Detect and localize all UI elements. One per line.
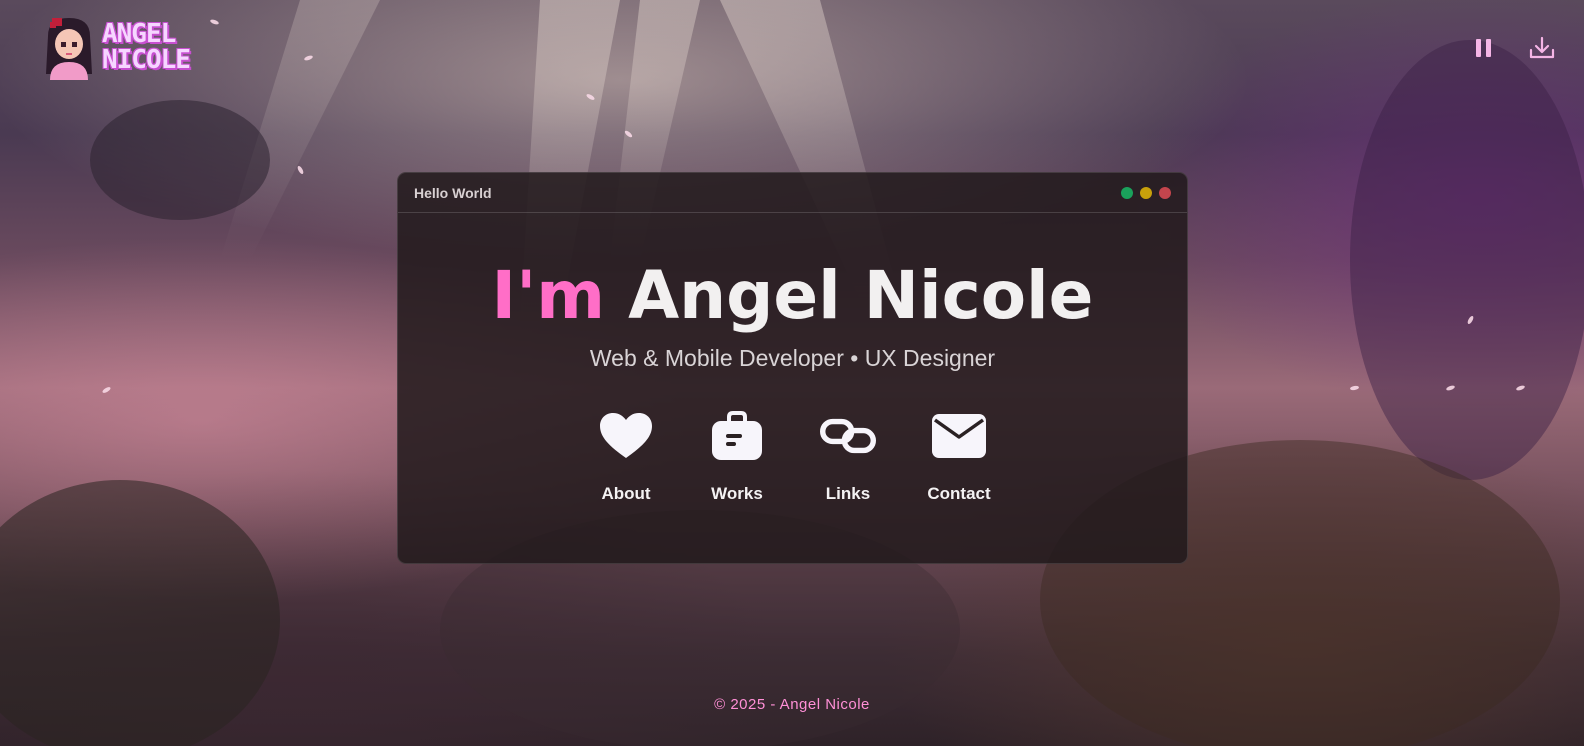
window-dot-yellow[interactable] — [1140, 186, 1152, 199]
petal — [623, 129, 634, 139]
petal — [209, 18, 220, 26]
nav-label-contact: Contact — [927, 484, 991, 503]
nav-label-about: About — [601, 484, 651, 503]
hero-name: Angel Nicole — [628, 257, 1094, 334]
nav-label-works: Works — [711, 484, 763, 503]
briefcase-icon — [712, 411, 762, 460]
heart-icon — [600, 413, 652, 458]
logo-line-2: NICOLE — [102, 45, 191, 75]
pause-button[interactable] — [1470, 34, 1498, 62]
nav-item-contact[interactable]: Contact — [904, 408, 1015, 504]
petal — [585, 93, 596, 101]
pause-icon — [1476, 39, 1491, 57]
main-nav: About Works Links Contact — [398, 408, 1187, 504]
link-icon — [820, 418, 876, 454]
petal — [1515, 384, 1526, 392]
petal — [1466, 315, 1475, 325]
nav-item-links[interactable]: Links — [793, 408, 904, 504]
petal — [303, 54, 314, 62]
hello-window: Hello World I'm Angel Nicole Web & Mobil… — [397, 172, 1188, 564]
hero-headline: I'm Angel Nicole — [398, 257, 1187, 335]
top-controls — [1470, 34, 1556, 62]
petal — [101, 386, 112, 394]
logo-text: ANGEL NICOLE — [102, 19, 191, 75]
nav-item-about[interactable]: About — [571, 408, 682, 504]
avatar-pixel-art — [40, 14, 98, 80]
download-icon — [1529, 36, 1555, 59]
window-dot-green[interactable] — [1121, 186, 1133, 199]
window-title: Hello World — [414, 184, 492, 201]
envelope-icon — [932, 414, 986, 458]
logo-line-1: ANGEL — [102, 19, 176, 49]
window-dot-red[interactable] — [1159, 186, 1171, 199]
nav-label-links: Links — [825, 484, 871, 503]
petal — [1445, 384, 1456, 392]
window-titlebar: Hello World — [398, 173, 1187, 213]
petal — [296, 165, 305, 175]
window-controls — [1121, 186, 1171, 199]
footer-copyright: © 2025 - Angel Nicole — [714, 696, 870, 713]
nav-item-works[interactable]: Works — [682, 408, 793, 504]
hero-prefix: I'm — [491, 257, 606, 334]
petal — [1349, 385, 1360, 391]
site-logo[interactable]: ANGEL NICOLE — [40, 14, 191, 80]
download-button[interactable] — [1528, 34, 1556, 62]
hero-subtitle: Web & Mobile Developer • UX Designer — [589, 345, 996, 371]
